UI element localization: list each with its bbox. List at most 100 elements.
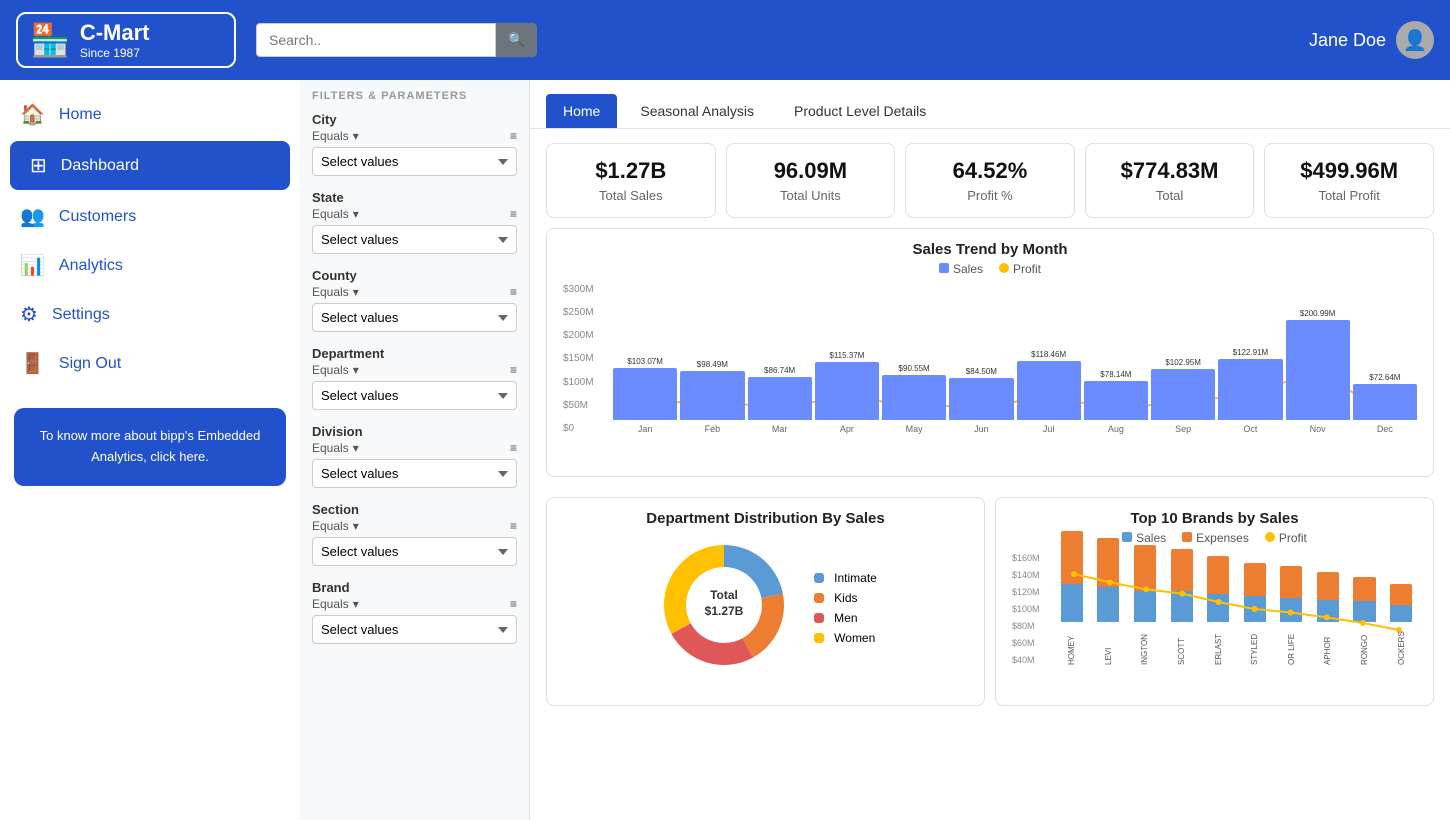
filter-select-city[interactable]: Select values [312,147,517,176]
tab-product[interactable]: Product Level Details [777,94,943,128]
filter-select-section[interactable]: Select values [312,537,517,566]
metric-value-total-units: 96.09M [743,158,879,184]
filter-select-county[interactable]: Select values [312,303,517,332]
bar-val-Aug: $78.14M [1100,370,1131,379]
filter-label: Brand [312,580,517,595]
bar-x-Oct: Oct [1243,424,1257,434]
bar-x-Dec: Dec [1377,424,1393,434]
bar-x-Jul: Jul [1043,424,1055,434]
bar-rect-Jun[interactable] [949,378,1013,420]
metric-label-total-units: Total Units [743,188,879,203]
filters-panel: FILTERS & PARAMETERS City Equals ▾ ≡ Sel… [300,80,530,820]
bar-val-Nov: $200.99M [1300,309,1336,318]
filter-select-state[interactable]: Select values [312,225,517,254]
bar-y-label: $300M [563,284,594,295]
pie-legend-intimate: Intimate [814,571,877,585]
pie-color-kids [814,593,824,603]
pie-center-label: Total [710,588,738,602]
filter-options-icon[interactable]: ≡ [510,129,517,143]
bar-rect-Dec[interactable] [1353,384,1417,420]
bar-rect-Aug[interactable] [1084,381,1148,420]
filter-select-brand[interactable]: Select values [312,615,517,644]
filter-equals: Equals ▾ ≡ [312,597,517,611]
bar-rect-Jan[interactable] [613,368,677,420]
brand-exp-APHOR [1317,572,1339,600]
bar-rect-Oct[interactable] [1218,359,1282,420]
filter-options-icon[interactable]: ≡ [510,597,517,611]
tab-seasonal[interactable]: Seasonal Analysis [623,94,771,128]
brand-sales-LEVI [1097,587,1119,622]
brands-legend-expenses: Expenses [1196,531,1249,545]
filter-options-icon[interactable]: ≡ [510,207,517,221]
equals-text: Equals [312,363,349,377]
sidebar-item-customers[interactable]: 👥Customers [0,192,300,241]
bar-rect-Nov[interactable] [1286,320,1350,420]
bar-val-Mar: $86.74M [764,366,795,375]
metric-total: $774.83M Total [1085,143,1255,218]
bar-val-May: $90.55M [899,364,930,373]
bar-y-label: $0 [563,423,594,434]
brand-col-SCOTT: SCOTT [1166,549,1198,666]
filter-label: State [312,190,517,205]
filter-equals: Equals ▾ ≡ [312,363,517,377]
brand-sales-ERLAST [1207,594,1229,622]
brand-col-OCKERS: OCKERS [1385,584,1417,666]
filter-equals: Equals ▾ ≡ [312,441,517,455]
filter-options-icon[interactable]: ≡ [510,519,517,533]
sidebar-label-customers: Customers [59,208,136,226]
metric-label-total: Total [1102,188,1238,203]
brand-y-label: $160M [1012,553,1040,563]
brand-col-RONGO: RONGO [1349,577,1381,666]
brand-exp-LEVI [1097,538,1119,587]
sidebar-item-signout[interactable]: 🚪Sign Out [0,339,300,388]
search-input[interactable] [256,23,496,57]
metric-value-profit-pct: 64.52% [922,158,1058,184]
bar-col-Aug: $78.14M Aug [1084,370,1148,434]
sidebar-label-home: Home [59,106,102,124]
filter-state: State Equals ▾ ≡ Select values [312,190,517,254]
sidebar-item-settings[interactable]: ⚙Settings [0,290,300,339]
equals-text: Equals [312,285,349,299]
bar-col-Oct: $122.91M Oct [1218,348,1282,434]
sales-trend-legend: Sales Profit [563,262,1417,276]
brand-col-STYLED: STYLED [1239,563,1271,665]
chevron-down-icon: ▾ [353,441,359,455]
metric-value-total: $774.83M [1102,158,1238,184]
brand-bar-stacked [1312,572,1344,622]
bar-col-Dec: $72.64M Dec [1353,373,1417,434]
top-nav: 🏪 C-Mart Since 1987 🔍 Jane Doe 👤 [0,0,1450,80]
brand-bar-stacked [1239,563,1271,622]
equals-text: Equals [312,129,349,143]
filter-options-icon[interactable]: ≡ [510,285,517,299]
sidebar-item-home[interactable]: 🏠Home [0,90,300,139]
brand-name: C-Mart [80,20,150,46]
metric-total-units: 96.09M Total Units [726,143,896,218]
bar-rect-Sep[interactable] [1151,369,1215,420]
brand-y-label: $120M [1012,587,1040,597]
filter-select-department[interactable]: Select values [312,381,517,410]
chevron-down-icon: ▾ [353,363,359,377]
bar-rect-May[interactable] [882,375,946,420]
brand-exp-RONGO [1353,577,1375,602]
brand-chart-wrap: $160M$140M$120M$100M$80M$60M$40M HOMEY L… [1012,553,1417,693]
search-button[interactable]: 🔍 [496,23,537,57]
filter-options-icon[interactable]: ≡ [510,441,517,455]
bar-rect-Apr[interactable] [815,362,879,420]
pie-wrap: Total$1.27B IntimateKidsMenWomen [563,535,968,680]
bar-rect-Feb[interactable] [680,371,744,420]
brand-since: Since 1987 [80,46,150,60]
bar-rect-Mar[interactable] [748,377,812,420]
brand-col-APHOR: APHOR [1312,572,1344,665]
filter-select-division[interactable]: Select values [312,459,517,488]
bar-chart-y-labels: $300M$250M$200M$150M$100M$50M$0 [563,284,594,434]
bar-val-Jul: $118.46M [1031,350,1066,359]
sidebar-promo[interactable]: To know more about bipp's Embedded Analy… [14,408,286,486]
brand-logo[interactable]: 🏪 C-Mart Since 1987 [16,12,236,68]
brand-sales-INGTON [1134,591,1156,623]
metric-value-total-sales: $1.27B [563,158,699,184]
tab-home[interactable]: Home [546,94,617,128]
filter-options-icon[interactable]: ≡ [510,363,517,377]
bar-rect-Jul[interactable] [1017,361,1081,420]
sidebar-item-analytics[interactable]: 📊Analytics [0,241,300,290]
sidebar-item-dashboard[interactable]: ⊞Dashboard [10,141,290,190]
